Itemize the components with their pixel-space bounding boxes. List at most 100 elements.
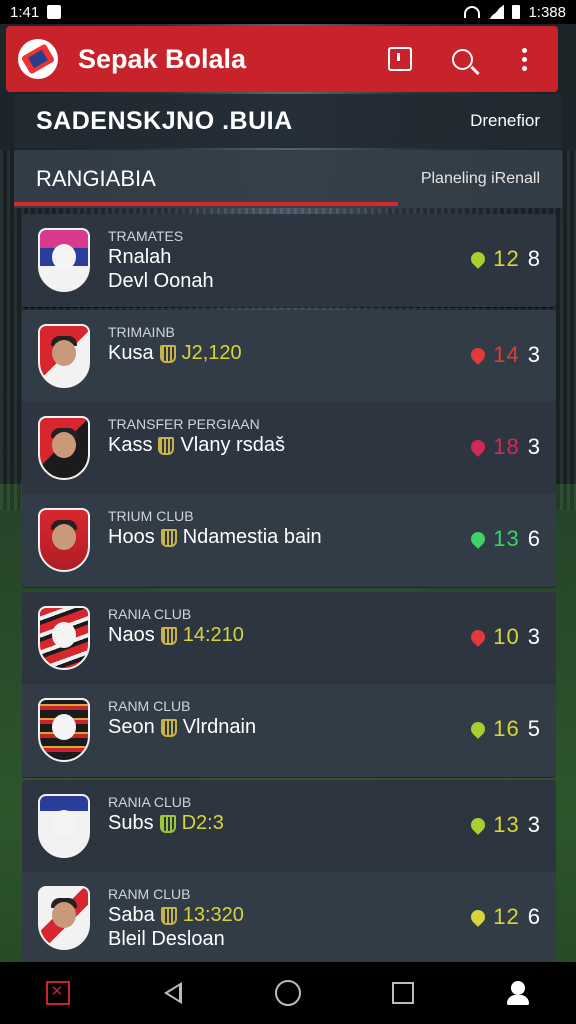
team-badge-icon <box>38 416 90 480</box>
calendar-button[interactable] <box>378 37 422 81</box>
score-primary: 13 <box>493 812 520 837</box>
recents-button[interactable] <box>388 978 418 1008</box>
row-name: Saba <box>108 904 155 926</box>
location-pin-icon <box>468 345 489 365</box>
row-name: Hoos <box>108 526 155 548</box>
row-subline: Bleil Desloan <box>108 928 225 950</box>
status-battery-text: 1:388 <box>528 3 566 21</box>
list-item[interactable]: RANM CLUB Seon Vlrdnain 16 5 <box>22 684 556 777</box>
row-score: 16 5 <box>468 716 540 742</box>
score-secondary: 6 <box>527 904 540 929</box>
row-category: RANIA CLUB <box>108 794 192 810</box>
team-badge-icon <box>38 886 90 950</box>
score-primary: 13 <box>493 526 520 551</box>
list-item[interactable]: TRIMAINB Kusa J2,120 14 3 <box>22 310 556 403</box>
trophy-icon <box>159 814 176 833</box>
row-score: 14 3 <box>468 342 540 368</box>
team-badge-icon <box>38 508 90 572</box>
row-category: TRAMATES <box>108 228 184 244</box>
wifi-icon <box>464 6 481 18</box>
score-secondary: 6 <box>527 526 540 551</box>
location-pin-icon <box>468 437 489 457</box>
list-item[interactable]: TRANSFER PERGIAAN Kass Vlany rsdaš 18 3 <box>22 402 556 495</box>
score-secondary: 3 <box>527 624 540 649</box>
notification-icon <box>47 5 62 19</box>
calendar-icon <box>388 47 412 71</box>
row-name: Kass <box>108 434 153 456</box>
score-secondary: 8 <box>527 246 540 271</box>
section-header: SADENSKJNO .BUIA Drenefior <box>14 94 562 148</box>
team-badge-icon <box>38 228 90 292</box>
location-pin-icon <box>468 249 489 269</box>
row-main-line: Kass Vlany rsdaš <box>108 434 285 457</box>
row-detail: 14:210 <box>182 624 244 646</box>
row-main-line: Kusa J2,120 <box>108 342 242 365</box>
row-category: RANIA CLUB <box>108 606 192 622</box>
score-primary: 10 <box>493 624 520 649</box>
home-button[interactable] <box>273 978 303 1008</box>
row-detail: Vlrdnain <box>182 716 257 738</box>
search-button[interactable] <box>440 37 484 81</box>
row-name: Subs <box>108 812 154 834</box>
active-tab-indicator <box>14 202 398 206</box>
row-detail: J2,120 <box>181 342 242 364</box>
row-score: 10 3 <box>468 624 540 650</box>
back-button[interactable] <box>158 978 188 1008</box>
trophy-icon <box>160 718 177 737</box>
team-badge-icon <box>38 794 90 858</box>
row-detail: Ndamestia bain <box>182 526 322 548</box>
home-tab-button[interactable] <box>43 978 73 1008</box>
status-time: 1:41 <box>10 3 40 21</box>
row-score: 18 3 <box>468 434 540 460</box>
score-primary: 18 <box>493 434 520 459</box>
team-badge-icon <box>38 606 90 670</box>
recents-icon <box>392 982 415 1004</box>
row-main-line: Naos 14:210 <box>108 624 244 647</box>
score-secondary: 5 <box>527 716 540 741</box>
profile-button[interactable] <box>503 978 533 1008</box>
trophy-icon <box>159 344 176 363</box>
row-name: Naos <box>108 624 155 646</box>
tab-rankings[interactable]: RANGIABIA <box>36 166 156 192</box>
row-category: TRANSFER PERGIAAN <box>108 416 260 432</box>
row-main-line: Seon Vlrdnain <box>108 716 256 739</box>
home-circle-icon <box>274 980 301 1006</box>
trophy-icon <box>158 436 175 455</box>
row-score: 13 3 <box>468 812 540 838</box>
trophy-icon <box>160 528 177 547</box>
back-icon <box>163 982 182 1004</box>
score-secondary: 3 <box>527 812 540 837</box>
app-title: Sepak Bolala <box>78 43 247 74</box>
list-item[interactable]: RANM CLUB Saba 13:320 Bleil Desloan 12 6 <box>22 872 556 965</box>
list-item[interactable]: TRAMATES Rnalah Devl Oonah 12 8 <box>22 214 556 307</box>
section-action-link[interactable]: Drenefior <box>470 111 540 131</box>
system-nav-bar <box>0 962 576 1024</box>
app-home-icon <box>45 981 70 1005</box>
search-icon <box>451 48 473 70</box>
score-primary: 12 <box>493 904 520 929</box>
location-pin-icon <box>468 627 489 647</box>
tab-header: RANGIABIA Planeling iRenall <box>14 150 562 208</box>
row-name: Seon <box>108 716 155 738</box>
battery-icon <box>512 5 521 19</box>
location-pin-icon <box>468 907 489 927</box>
row-name: Kusa <box>108 342 154 364</box>
more-menu-button[interactable] <box>502 37 546 81</box>
app-bar: Sepak Bolala <box>6 26 558 92</box>
row-category: RANM CLUB <box>108 698 191 714</box>
trophy-icon <box>160 626 177 645</box>
section-title: SADENSKJNO .BUIA <box>36 106 293 135</box>
location-pin-icon <box>468 719 489 739</box>
score-primary: 14 <box>493 342 520 367</box>
row-category: TRIUM CLUB <box>108 508 194 524</box>
list-item[interactable]: RANIA CLUB Subs D2:3 13 3 <box>22 780 556 873</box>
trophy-icon <box>160 906 177 925</box>
row-detail: D2:3 <box>181 812 224 834</box>
list-item[interactable]: RANIA CLUB Naos 14:210 10 3 <box>22 592 556 685</box>
list-item[interactable]: TRIUM CLUB Hoos Ndamestia bain 13 6 <box>22 494 556 587</box>
team-badge-icon <box>38 324 90 388</box>
row-score: 12 6 <box>468 904 540 930</box>
score-primary: 12 <box>493 246 520 271</box>
team-badge-icon <box>38 698 90 762</box>
tab-action-link[interactable]: Planeling iRenall <box>421 170 540 188</box>
